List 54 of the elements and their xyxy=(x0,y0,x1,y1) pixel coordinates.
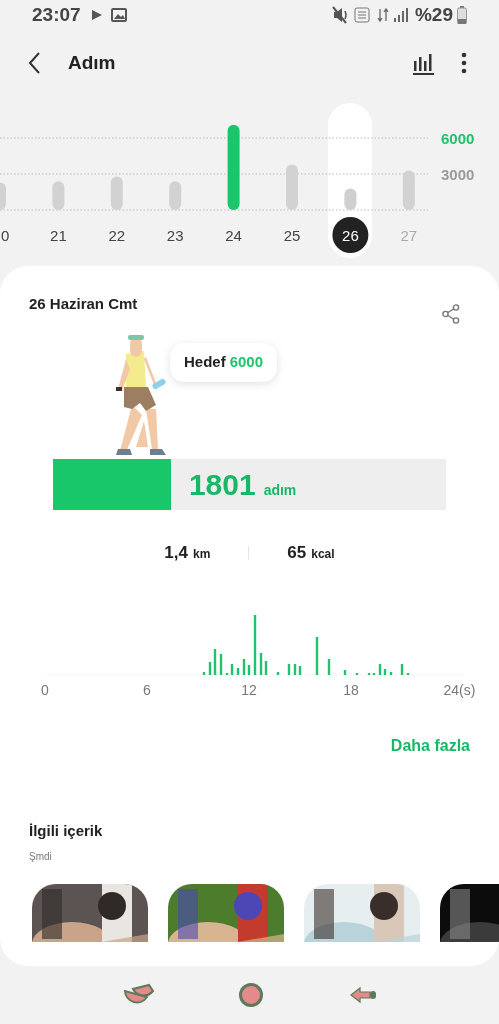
day-label[interactable]: 25 xyxy=(283,227,301,244)
battery-percent: %29 xyxy=(414,2,453,27)
step-count: 1801 xyxy=(188,467,256,503)
goal-label: Hedef xyxy=(184,353,226,370)
section-subtitle: Şmdi xyxy=(28,849,53,864)
play-icon xyxy=(90,9,103,21)
axis-label: 18 xyxy=(343,681,359,700)
section-title: İlgili içerik xyxy=(28,821,104,841)
clock-time: 23:07 xyxy=(32,2,81,27)
signal-icon xyxy=(392,7,409,23)
day-label[interactable]: 0 xyxy=(1,227,10,244)
axis-label: 0 xyxy=(41,681,49,700)
back-icon xyxy=(28,51,41,75)
data-arrows-icon xyxy=(375,7,390,23)
hourly-bar xyxy=(343,670,347,675)
hourly-bar xyxy=(315,637,319,675)
mute-icon xyxy=(331,6,348,24)
axis-label: 12 xyxy=(241,681,257,700)
hourly-bar xyxy=(253,615,257,675)
hourly-bar xyxy=(219,654,223,675)
image-icon xyxy=(110,8,127,22)
more-button[interactable] xyxy=(459,50,469,76)
axis-label: 24(s) xyxy=(443,681,476,700)
share-button[interactable] xyxy=(440,303,462,325)
day-label[interactable]: 26 xyxy=(342,227,359,244)
day-label[interactable]: 24 xyxy=(225,227,242,244)
hourly-bar xyxy=(327,659,331,675)
stat-unit: kcal xyxy=(311,546,335,564)
hourly-bar xyxy=(400,664,404,675)
hourly-bar xyxy=(276,672,280,675)
arrow-left-icon xyxy=(349,986,377,1004)
stat-value: 65 xyxy=(287,542,307,565)
day-label[interactable]: 22 xyxy=(108,227,126,244)
axis-label: 6 xyxy=(143,681,151,700)
hourly-bar xyxy=(236,668,240,675)
step-unit: adım xyxy=(263,481,297,500)
hourly-bar xyxy=(202,672,206,675)
day-label[interactable]: 21 xyxy=(50,227,67,244)
date-title: 26 Haziran Cmt xyxy=(29,294,138,314)
watermelon-icon xyxy=(238,982,265,1008)
goal-value: 6000 xyxy=(229,353,264,370)
day-label[interactable]: 23 xyxy=(166,227,184,244)
battery-icon xyxy=(457,6,467,24)
share-icon xyxy=(442,304,460,324)
more-icon xyxy=(461,52,467,74)
stat-unit: km xyxy=(193,546,211,564)
page-title: Adım xyxy=(68,50,116,75)
axis-tick-label: 3000 xyxy=(441,166,475,183)
hourly-bar xyxy=(389,672,393,675)
hourly-bar xyxy=(287,664,291,675)
bar-chart-icon xyxy=(412,51,434,75)
selected-day-marker[interactable] xyxy=(332,217,369,253)
stat-value: 1,4 xyxy=(164,542,188,565)
axis-tick-label: 6000 xyxy=(441,130,475,147)
